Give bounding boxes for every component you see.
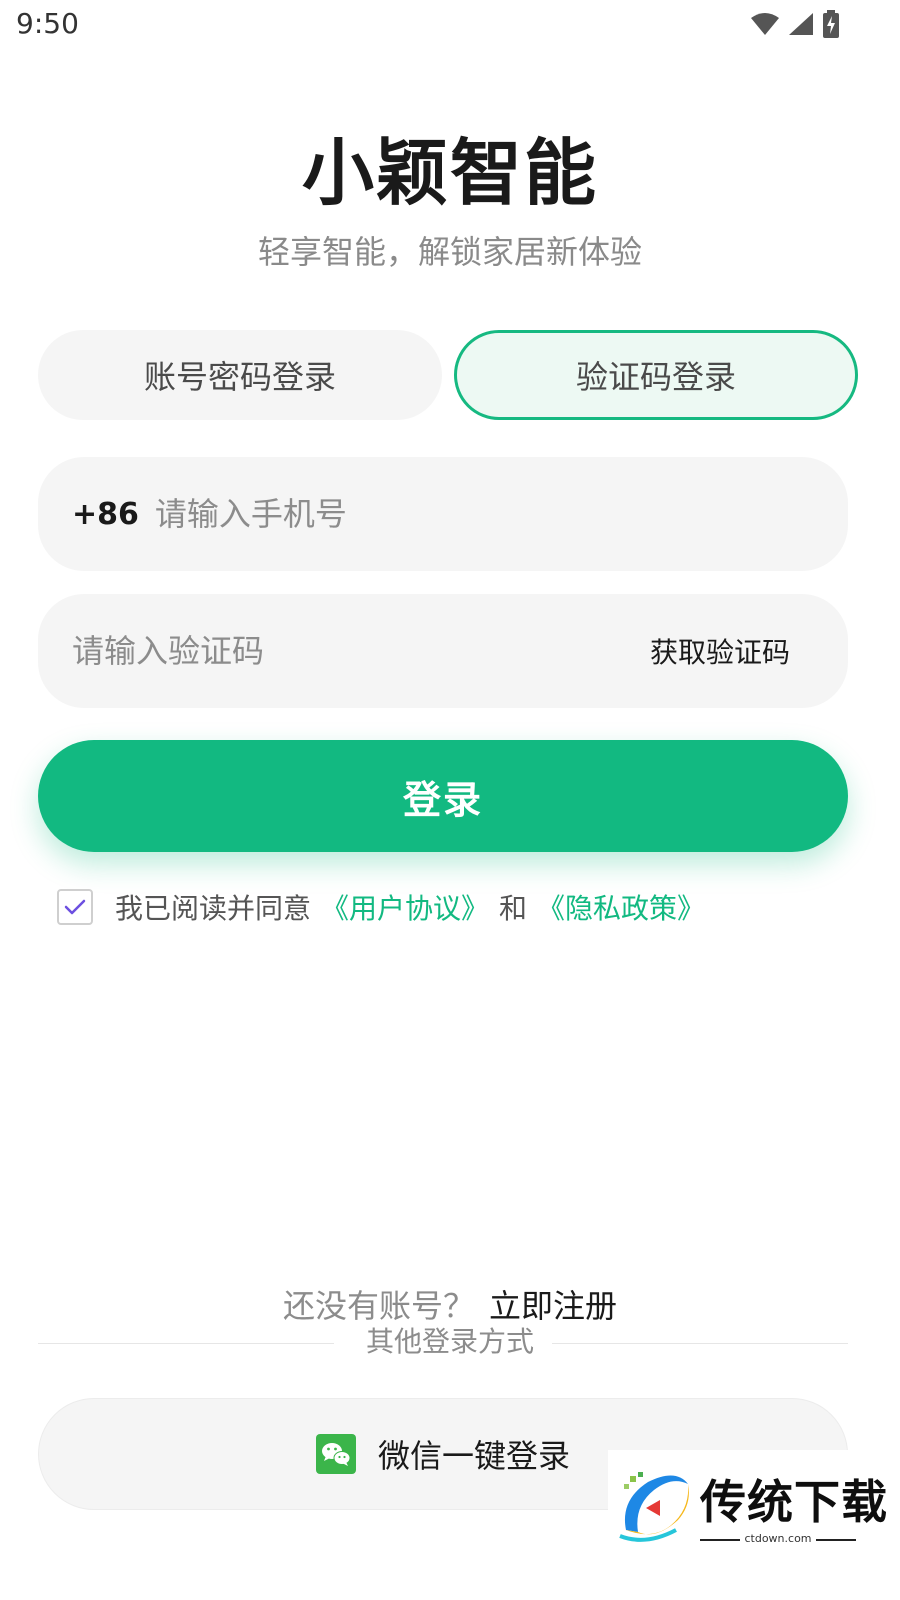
check-icon — [64, 899, 86, 915]
status-time: 9:50 — [16, 7, 79, 40]
battery-charging-icon — [823, 10, 839, 38]
status-icons — [750, 8, 840, 40]
tab-code-login-label: 验证码登录 — [575, 358, 736, 396]
register-link[interactable]: 立即注册 — [489, 1287, 617, 1325]
agreement-row: 我已阅读并同意 《用户协议》 和 《隐私政策》 — [57, 888, 705, 926]
code-field[interactable]: 获取验证码 — [38, 594, 848, 708]
wifi-icon — [751, 13, 779, 35]
tab-password-login[interactable]: 账号密码登录 — [38, 330, 442, 420]
app-subtitle: 轻享智能，解锁家居新体验 — [257, 233, 642, 271]
watermark: 传统下载 ctdown.com — [608, 1450, 900, 1600]
tab-code-login[interactable]: 验证码登录 — [454, 330, 858, 420]
user-agreement-link[interactable]: 《用户协议》 — [321, 887, 489, 927]
watermark-text: 传统下载 — [700, 1475, 888, 1529]
code-input[interactable] — [72, 632, 650, 670]
agreement-and: 和 — [499, 892, 528, 925]
get-code-button[interactable]: 获取验证码 — [650, 631, 790, 671]
other-login-label: 其他登录方式 — [365, 1325, 534, 1358]
watermark-logo-icon — [619, 1472, 689, 1542]
wechat-icon — [315, 1434, 356, 1474]
app-title: 小颖智能 — [301, 131, 598, 215]
country-code-prefix[interactable]: +86 — [72, 497, 139, 532]
wechat-login-label: 微信一键登录 — [377, 1437, 570, 1475]
no-account-prompt: 还没有账号？ — [282, 1287, 475, 1325]
agreement-text: 我已阅读并同意 — [115, 892, 312, 925]
phone-input[interactable] — [154, 495, 848, 533]
phone-field[interactable]: +86 — [38, 457, 848, 571]
watermark-line-right — [816, 1539, 856, 1541]
agreement-checkbox[interactable] — [57, 889, 93, 925]
signal-icon — [789, 13, 813, 35]
privacy-policy-link[interactable]: 《隐私政策》 — [537, 887, 705, 927]
tab-password-login-label: 账号密码登录 — [143, 358, 336, 396]
login-button[interactable]: 登录 — [38, 740, 848, 852]
